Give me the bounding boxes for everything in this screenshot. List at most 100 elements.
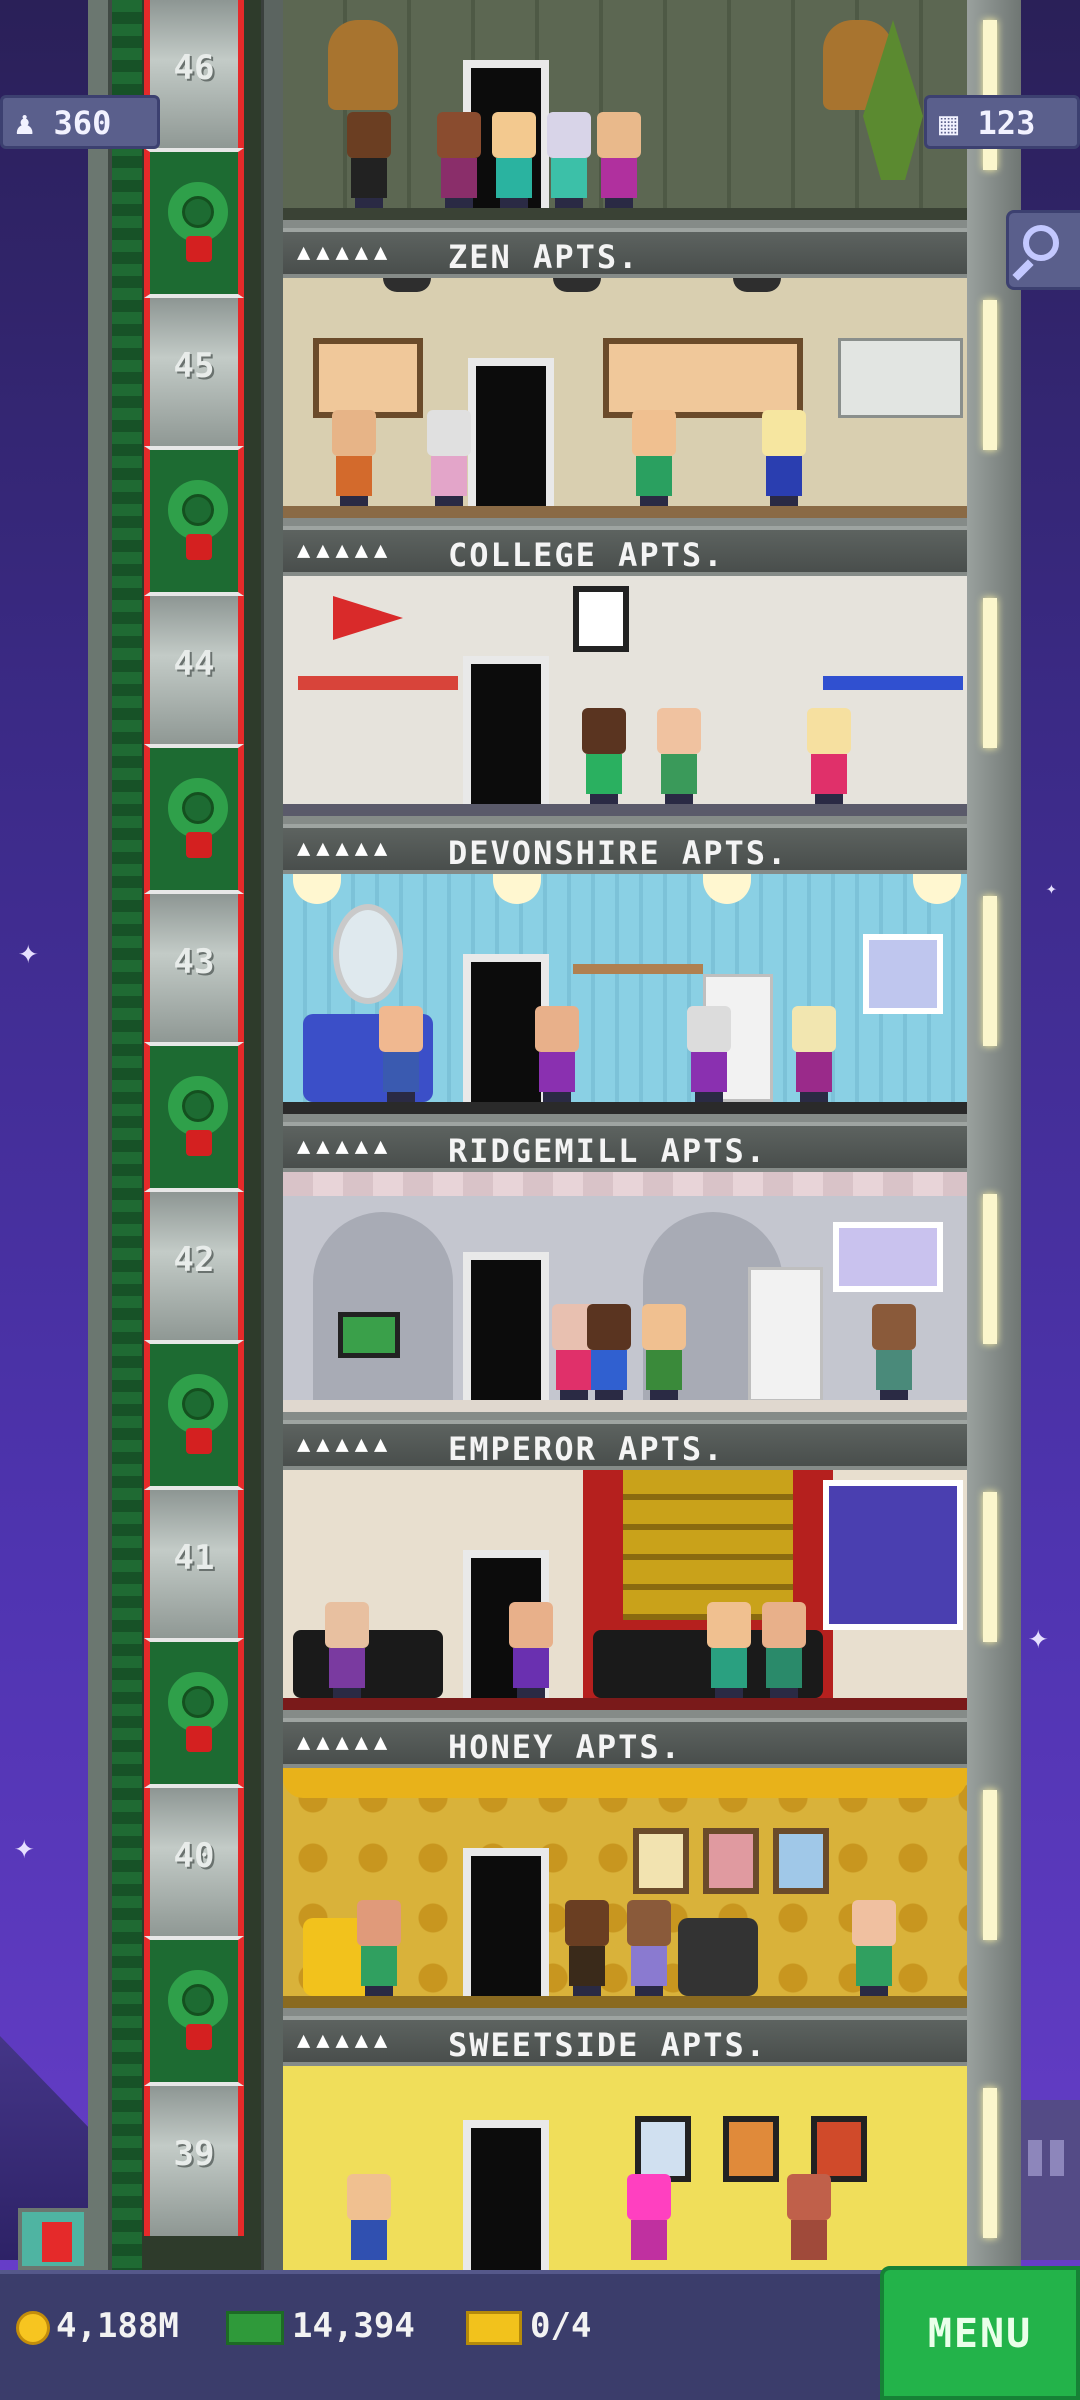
tenant[interactable] <box>343 2174 395 2270</box>
floor-sign[interactable]: ▲▲▲▲▲ RIDGEMILL APTS. <box>283 1122 967 1170</box>
floor-stars: ▲▲▲▲▲ <box>297 538 394 563</box>
floor-number: 40 <box>173 1836 215 1876</box>
floor-ridgemill-apts[interactable]: ▲▲▲▲▲ RIDGEMILL APTS. <box>283 874 967 1172</box>
room-interior[interactable] <box>283 1172 967 1412</box>
floor-sign[interactable]: ▲▲▲▲▲ SWEETSIDE APTS. <box>283 2016 967 2064</box>
floor-number: 43 <box>173 942 215 982</box>
search-button[interactable] <box>1006 210 1080 290</box>
room-door <box>463 656 549 806</box>
floor-sweetside-apts[interactable]: ▲▲▲▲▲ SWEETSIDE APTS. <box>283 1768 967 2066</box>
coins-display[interactable]: 4,188M <box>16 2302 179 2350</box>
elevator-floor-41[interactable]: 41 <box>144 1340 244 1640</box>
wall-picture <box>811 2116 867 2182</box>
elevator-floor-44[interactable]: 44 <box>144 446 244 746</box>
tenant[interactable] <box>583 1304 635 1400</box>
elevator-floor-43[interactable]: 43 <box>144 744 244 1044</box>
bux-display[interactable]: 14,394 <box>226 2302 415 2350</box>
elevator-floor-42[interactable]: 42 <box>144 1042 244 1342</box>
tenant[interactable] <box>703 1602 755 1698</box>
tenant[interactable] <box>321 1602 373 1698</box>
tenant[interactable] <box>375 1006 427 1102</box>
tickets-value: 0/4 <box>530 2306 592 2346</box>
tenant[interactable] <box>531 1006 583 1102</box>
room-interior[interactable] <box>283 576 967 816</box>
floor-college-apts[interactable]: ▲▲▲▲▲ COLLEGE APTS. <box>283 278 967 576</box>
tenant[interactable] <box>328 410 380 506</box>
room-door <box>463 1848 549 1998</box>
tenant[interactable] <box>423 410 475 506</box>
room-interior[interactable] <box>283 1768 967 2008</box>
tenant[interactable] <box>433 112 485 208</box>
floor-sign[interactable]: ▲▲▲▲▲ EMPEROR APTS. <box>283 1420 967 1468</box>
search-icon <box>1023 225 1059 261</box>
tenant[interactable] <box>758 410 810 506</box>
room-interior[interactable] <box>283 2066 967 2270</box>
tenant[interactable] <box>353 1900 405 1996</box>
floor-stars: ▲▲▲▲▲ <box>297 2028 394 2053</box>
elevator-floor-45[interactable]: 45 <box>144 148 244 448</box>
tenant[interactable] <box>758 1602 810 1698</box>
elevator-floor-40[interactable]: 40 <box>144 1638 244 1938</box>
tenant[interactable] <box>783 2174 835 2270</box>
floor-number: 44 <box>173 644 215 684</box>
floor-honey-apts[interactable]: ▲▲▲▲▲ HONEY APTS. <box>283 1470 967 1768</box>
tower-right-column <box>967 0 1021 2270</box>
pennant-flag <box>333 596 403 640</box>
floor-zen-apts[interactable]: ▲▲▲▲▲ ZEN APTS. <box>283 0 967 278</box>
floor-emperor-apts[interactable]: ▲▲▲▲▲ EMPEROR APTS. <box>283 1172 967 1470</box>
floor-number: 45 <box>173 346 215 386</box>
population-counter[interactable]: ♟ 360 <box>0 95 160 149</box>
floors-counter[interactable]: ▦ 123 <box>924 95 1080 149</box>
tickets-display[interactable]: 0/4 <box>466 2302 591 2350</box>
elevator-shaft[interactable]: 46 45 44 43 42 41 40 39 <box>88 0 283 2270</box>
window <box>823 1480 963 1630</box>
elevator-floor-39[interactable]: 39 <box>144 1936 244 2236</box>
sky-star: ✦ <box>14 1827 35 1867</box>
tenant[interactable] <box>803 708 855 804</box>
fries-icon[interactable] <box>18 2208 88 2270</box>
room-interior[interactable] <box>283 278 967 518</box>
tenant[interactable] <box>623 2174 675 2270</box>
tenant[interactable] <box>343 112 395 208</box>
tenant[interactable] <box>578 708 630 804</box>
floor-name: COLLEGE APTS. <box>448 536 725 574</box>
sky-star: ✦ <box>1028 1617 1049 1657</box>
ticket-icon <box>466 2310 522 2345</box>
floor-name: EMPEROR APTS. <box>448 1430 725 1468</box>
floor-sign[interactable]: ▲▲▲▲▲ DEVONSHIRE APTS. <box>283 824 967 872</box>
floor-sign[interactable]: ▲▲▲▲▲ HONEY APTS. <box>283 1718 967 1766</box>
buddha-statue <box>328 20 398 110</box>
floor-sign[interactable]: ▲▲▲▲▲ ZEN APTS. <box>283 228 967 276</box>
tenant[interactable] <box>683 1006 735 1102</box>
tenant[interactable] <box>638 1304 690 1400</box>
floor-name: RIDGEMILL APTS. <box>448 1132 767 1170</box>
tenant[interactable] <box>848 1900 900 1996</box>
tenant[interactable] <box>653 708 705 804</box>
tenant[interactable] <box>561 1900 613 1996</box>
tenant[interactable] <box>623 1900 675 1996</box>
menu-button[interactable]: MENU <box>880 2266 1080 2400</box>
tenant[interactable] <box>628 410 680 506</box>
room-interior[interactable] <box>283 1470 967 1710</box>
floor-sign[interactable]: ▲▲▲▲▲ COLLEGE APTS. <box>283 526 967 574</box>
room-interior[interactable] <box>283 874 967 1114</box>
bee-portrait <box>633 1828 689 1894</box>
poster <box>573 586 629 652</box>
sky-star: ✦ <box>18 932 39 972</box>
tenant[interactable] <box>868 1304 920 1400</box>
room-door <box>463 2120 549 2270</box>
shelf <box>573 964 703 974</box>
floor-stars: ▲▲▲▲▲ <box>297 1730 394 1755</box>
floor-devonshire-apts[interactable]: ▲▲▲▲▲ DEVONSHIRE APTS. <box>283 576 967 874</box>
wreath-icon <box>144 1936 244 2086</box>
floor-stars: ▲▲▲▲▲ <box>297 240 394 265</box>
tenant[interactable] <box>593 112 645 208</box>
tenant[interactable] <box>488 112 540 208</box>
floor-stars: ▲▲▲▲▲ <box>297 1134 394 1159</box>
tenant[interactable] <box>505 1602 557 1698</box>
tenant[interactable] <box>788 1006 840 1102</box>
wall-picture <box>723 2116 779 2182</box>
floor-stars: ▲▲▲▲▲ <box>297 1432 394 1457</box>
tenant[interactable] <box>543 112 595 208</box>
room-interior[interactable] <box>283 0 967 220</box>
